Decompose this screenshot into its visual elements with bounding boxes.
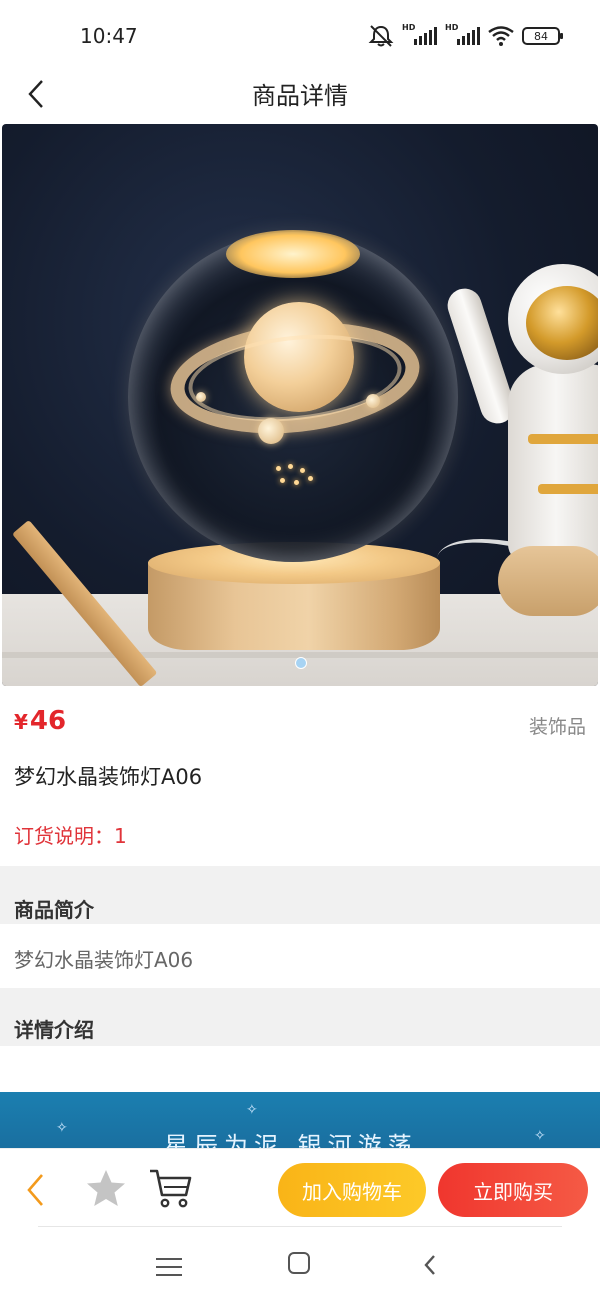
back-icon[interactable] (420, 1250, 446, 1280)
add-to-cart-button[interactable]: 加入购物车 (278, 1163, 426, 1217)
buy-now-button[interactable]: 立即购买 (438, 1163, 588, 1217)
sparkle-icon: ✧ (534, 1128, 546, 1144)
mute-icon (368, 25, 394, 47)
back-icon (27, 1174, 43, 1206)
status-time: 10:47 (80, 24, 138, 48)
detail-banner-text: 星辰为泥 银河游荡 (164, 1132, 418, 1148)
signal-hd-label: HD (445, 23, 459, 32)
sparkle-icon: ✧ (246, 1102, 258, 1118)
battery-icon: 84 (522, 27, 563, 45)
bottom-back-button[interactable] (18, 1169, 52, 1211)
image-wood-block (498, 546, 598, 616)
battery-level: 84 (534, 29, 548, 43)
summary-section-title: 商品简介 (14, 898, 94, 922)
chevron-left-icon (424, 1255, 435, 1275)
header: 商品详情 (0, 68, 600, 120)
image-wood-stand (2, 519, 158, 686)
product-price: ¥46 (14, 706, 66, 736)
page-title: 商品详情 (252, 82, 348, 110)
cart-icon (150, 1169, 192, 1208)
detail-banner-image: ✧ ✧ ✧ 星辰为泥 银河游荡 (0, 1092, 600, 1148)
favorite-button[interactable] (84, 1167, 128, 1211)
sparkle-icon: ✧ (56, 1120, 68, 1136)
home-icon[interactable] (288, 1252, 310, 1274)
detail-section-title: 详情介绍 (14, 1018, 94, 1042)
summary-text: 梦幻水晶装饰灯A06 (14, 948, 194, 972)
signal-hd-label: HD (402, 23, 416, 32)
price-value: 46 (29, 706, 67, 736)
status-icons: HD HD 84 (368, 22, 563, 50)
status-bar: 10:47 HD HD 84 (0, 0, 600, 68)
bottom-divider (38, 1226, 562, 1227)
gallery-page-indicator[interactable] (295, 657, 307, 669)
product-name: 梦幻水晶装饰灯A06 (14, 765, 203, 789)
image-crystal-ball (128, 230, 458, 562)
cart-button[interactable] (148, 1167, 194, 1211)
signal-icon: HD (445, 23, 480, 45)
product-image[interactable] (2, 124, 598, 686)
system-nav-bar (0, 1232, 600, 1300)
bottom-action-bar: 加入购物车 立即购买 (0, 1148, 600, 1232)
product-category: 装饰品 (528, 716, 586, 738)
price-currency: ¥ (14, 710, 28, 734)
menu-icon[interactable] (156, 1254, 182, 1280)
wifi-icon (488, 26, 514, 46)
star-icon (87, 1170, 125, 1206)
order-note: 订货说明：1 (14, 824, 127, 848)
signal-icon: HD (402, 23, 437, 45)
